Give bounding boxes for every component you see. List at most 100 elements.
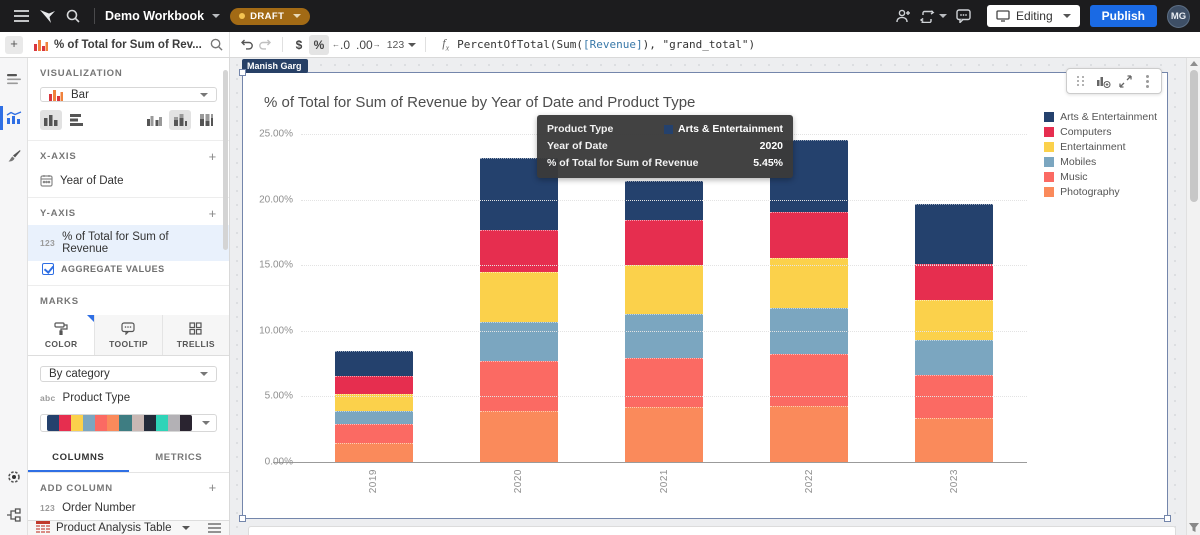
bar-segment[interactable]: [915, 300, 993, 340]
stacked-bar-2020[interactable]: [480, 158, 558, 462]
legend-item[interactable]: Music: [1044, 171, 1157, 183]
legend-item[interactable]: Arts & Entertainment: [1044, 111, 1157, 123]
tab-trellis[interactable]: TRELLIS: [163, 315, 229, 355]
maximize-icon[interactable]: [1115, 71, 1135, 91]
tab-columns[interactable]: COLUMNS: [28, 444, 129, 472]
bar-segment[interactable]: [335, 443, 413, 462]
workbook-title[interactable]: Demo Workbook: [105, 9, 204, 23]
tab-tooltip[interactable]: TOOLTIP: [95, 315, 162, 355]
explore-chart-icon[interactable]: [1093, 71, 1113, 91]
resize-handle-bottom-right[interactable]: [1164, 515, 1171, 522]
legend-item[interactable]: Mobiles: [1044, 156, 1157, 168]
filter-icon[interactable]: [1189, 523, 1199, 532]
publish-button[interactable]: Publish: [1090, 5, 1157, 27]
percent-format-button[interactable]: %: [309, 35, 329, 55]
bar-segment[interactable]: [915, 264, 993, 300]
column-item[interactable]: 123 Order Number: [28, 500, 229, 520]
bar-segment[interactable]: [770, 406, 848, 462]
sigma-logo[interactable]: [34, 5, 60, 27]
drag-handle-icon[interactable]: [1071, 71, 1091, 91]
increase-decimal-button[interactable]: .00→: [353, 35, 384, 55]
bar-segment[interactable]: [770, 354, 848, 406]
scroll-up-arrow[interactable]: [1190, 61, 1198, 66]
bar-segment[interactable]: [625, 265, 703, 314]
bar-segment[interactable]: [625, 220, 703, 265]
mode-selector-button[interactable]: Editing: [987, 5, 1080, 27]
bar-segment[interactable]: [335, 376, 413, 394]
bar-segment[interactable]: [625, 314, 703, 358]
chevron-down-icon[interactable]: [212, 14, 220, 18]
stacked-bar-2023[interactable]: [915, 204, 993, 462]
stacked-bar-2021[interactable]: [625, 181, 703, 462]
bar-segment[interactable]: [915, 340, 993, 376]
vertical-bar-icon[interactable]: [40, 110, 62, 130]
color-palette-select[interactable]: [40, 414, 217, 432]
lineage-icon[interactable]: [2, 503, 26, 527]
color-by-select[interactable]: By category: [40, 366, 217, 381]
element-title[interactable]: % of Total for Sum of Rev...: [54, 39, 204, 51]
bar-segment[interactable]: [625, 407, 703, 462]
resize-handle-bottom-left[interactable]: [239, 515, 246, 522]
add-element-button[interactable]: +: [5, 36, 23, 54]
bar-segment[interactable]: [915, 418, 993, 462]
bar-segment[interactable]: [915, 204, 993, 264]
kebab-menu-icon[interactable]: [1137, 71, 1157, 91]
next-element-edge[interactable]: [248, 526, 1176, 535]
y-axis-add-button[interactable]: +: [209, 209, 217, 219]
horizontal-bar-icon[interactable]: [66, 110, 88, 130]
search-icon[interactable]: [60, 5, 86, 27]
redo-button[interactable]: [256, 35, 276, 55]
workbook-canvas[interactable]: Manish Garg % of Total for Sum of Revenu…: [230, 58, 1186, 535]
version-history-icon[interactable]: [917, 5, 951, 27]
grouped-bar-icon[interactable]: [143, 110, 165, 130]
page-outline-icon[interactable]: [2, 68, 26, 92]
settings-gear-icon[interactable]: [2, 465, 26, 489]
source-table-bar[interactable]: Product Analysis Table: [28, 520, 229, 535]
legend-item[interactable]: Computers: [1044, 126, 1157, 138]
bar-segment[interactable]: [335, 424, 413, 443]
list-menu-icon[interactable]: [208, 523, 221, 533]
scrollbar-thumb[interactable]: [1190, 70, 1198, 202]
aggregate-checkbox[interactable]: [42, 263, 54, 275]
bar-segment[interactable]: [480, 322, 558, 361]
hamburger-menu-icon[interactable]: [8, 5, 34, 27]
draft-badge[interactable]: DRAFT: [230, 8, 310, 25]
currency-format-button[interactable]: $: [289, 35, 309, 55]
add-column-button[interactable]: +: [209, 483, 217, 493]
chart-elements-icon[interactable]: [2, 106, 26, 130]
panel-scrollbar[interactable]: [223, 70, 228, 250]
decrease-decimal-button[interactable]: ←.0: [329, 35, 353, 55]
resize-handle-top-left[interactable]: [239, 69, 246, 76]
bar-segment[interactable]: [480, 361, 558, 411]
invite-user-icon[interactable]: [891, 5, 917, 27]
formula-bar[interactable]: fx PercentOfTotal(Sum([Revenue]), "grand…: [432, 32, 1200, 57]
chart-type-select[interactable]: Bar: [40, 87, 217, 102]
stacked-bar-icon[interactable]: [169, 110, 191, 130]
stacked-100-bar-icon[interactable]: [195, 110, 217, 130]
number-format-dropdown[interactable]: 123: [384, 35, 420, 55]
aggregate-values-row[interactable]: AGGREGATE VALUES: [28, 261, 229, 286]
color-field[interactable]: abc Product Type: [28, 390, 229, 410]
stacked-bar-2019[interactable]: [335, 351, 413, 462]
y-axis-field[interactable]: 123 % of Total for Sum of Revenue: [28, 225, 229, 261]
tab-color[interactable]: COLOR: [28, 315, 95, 355]
x-axis-add-button[interactable]: +: [209, 152, 217, 162]
tab-metrics[interactable]: METRICS: [129, 444, 230, 472]
search-icon[interactable]: [210, 38, 223, 51]
bar-segment[interactable]: [335, 411, 413, 424]
bar-segment[interactable]: [335, 351, 413, 376]
chart-element[interactable]: Manish Garg % of Total for Sum of Revenu…: [242, 72, 1168, 519]
user-avatar[interactable]: MG: [1167, 5, 1190, 28]
stacked-bar-2022[interactable]: [770, 140, 848, 462]
bar-segment[interactable]: [770, 212, 848, 257]
formula-text[interactable]: PercentOfTotal(Sum([Revenue]), "grand_to…: [457, 38, 755, 51]
comments-icon[interactable]: [951, 5, 977, 27]
bar-segment[interactable]: [480, 272, 558, 321]
legend-item[interactable]: Entertainment: [1044, 141, 1157, 153]
format-brush-icon[interactable]: [2, 144, 26, 168]
window-scrollbar[interactable]: [1186, 58, 1200, 535]
legend-item[interactable]: Photography: [1044, 186, 1157, 198]
bar-segment[interactable]: [625, 358, 703, 407]
x-axis-field[interactable]: Year of Date: [28, 168, 229, 193]
bar-segment[interactable]: [480, 411, 558, 462]
